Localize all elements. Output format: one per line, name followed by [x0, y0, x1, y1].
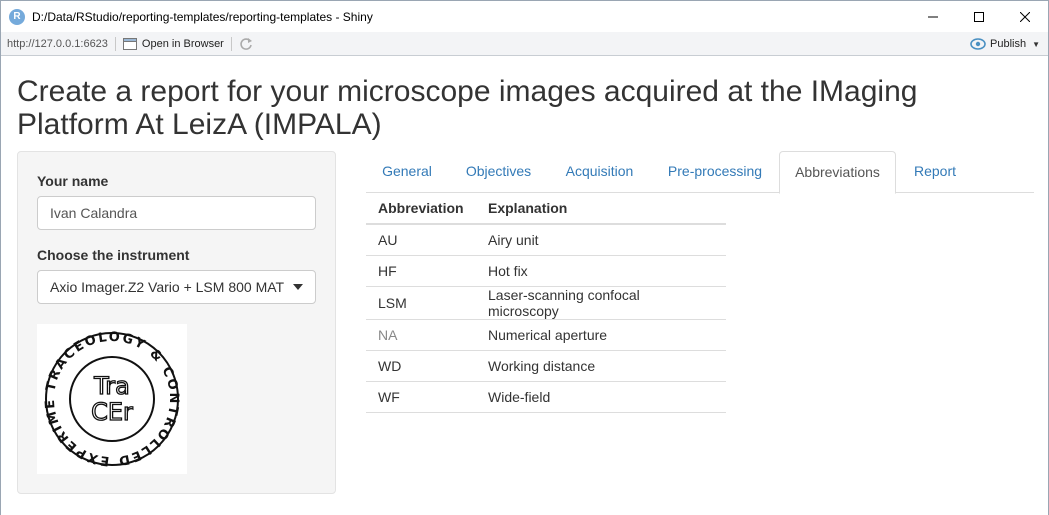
- tabset: General Objectives Acquisition Pre-proce…: [366, 151, 1034, 194]
- maximize-button[interactable]: [956, 1, 1002, 32]
- browser-window-icon: [122, 37, 137, 50]
- table-row: AU Airy unit: [366, 224, 726, 256]
- abbreviation-cell: AU: [366, 224, 476, 256]
- tab-report[interactable]: Report: [898, 151, 972, 193]
- app-window: R D:/Data/RStudio/reporting-templates/re…: [0, 0, 1049, 515]
- explanation-cell: Working distance: [476, 350, 726, 382]
- title-bar: R D:/Data/RStudio/reporting-templates/re…: [1, 1, 1048, 32]
- toolbar-separator: [230, 36, 232, 51]
- tab-pre-processing[interactable]: Pre-processing: [652, 151, 778, 193]
- table-row: NA Numerical aperture: [366, 319, 726, 351]
- publish-label: Publish: [990, 38, 1027, 50]
- table-row: WF Wide-field: [366, 381, 726, 413]
- table-header-row: Abbreviation Explanation: [366, 193, 726, 225]
- abbreviations-table: Abbreviation Explanation AU Airy unit HF…: [366, 193, 726, 413]
- tab-objectives[interactable]: Objectives: [450, 151, 547, 193]
- shiny-app-content: Create a report for your microscope imag…: [1, 57, 1048, 515]
- abbreviation-cell: WD: [366, 350, 476, 382]
- name-input[interactable]: Ivan Calandra: [37, 196, 316, 230]
- page-title: Create a report for your microscope imag…: [17, 75, 918, 141]
- abbreviation-cell: LSM: [366, 286, 476, 320]
- tracer-logo: TRACEOLOGY & CONTROLLED EXPERIMENTS Tra …: [31, 313, 187, 474]
- minimize-icon: [928, 16, 938, 17]
- abbreviation-cell: NA: [366, 319, 476, 351]
- sidebar-panel: Your name Ivan Calandra Choose the instr…: [17, 151, 336, 494]
- svg-text:CEr: CEr: [91, 398, 133, 426]
- name-label: Your name: [37, 173, 109, 189]
- column-header-explanation: Explanation: [476, 193, 726, 225]
- tab-acquisition[interactable]: Acquisition: [549, 151, 650, 193]
- explanation-cell: Laser-scanning confocal microscopy: [476, 286, 726, 320]
- tab-abbreviations[interactable]: Abbreviations: [779, 151, 896, 194]
- close-icon: [1020, 11, 1030, 22]
- abbreviation-cell: HF: [366, 255, 476, 287]
- refresh-button[interactable]: [239, 37, 253, 51]
- svg-text:Tra: Tra: [93, 372, 130, 400]
- table-row: LSM Laser-scanning confocal microscopy: [366, 286, 726, 320]
- refresh-icon: [240, 37, 252, 50]
- instrument-selected-value: Axio Imager.Z2 Vario + LSM 800 MAT: [50, 279, 285, 295]
- toolbar-separator: [114, 36, 116, 51]
- abbreviation-cell: WF: [366, 381, 476, 413]
- column-header-abbreviation: Abbreviation: [366, 193, 476, 225]
- tab-general[interactable]: General: [366, 151, 448, 193]
- explanation-cell: Airy unit: [476, 224, 726, 256]
- close-button[interactable]: [1002, 1, 1048, 32]
- open-in-browser-button[interactable]: Open in Browser: [122, 37, 224, 50]
- explanation-cell: Hot fix: [476, 255, 726, 287]
- explanation-cell: Wide-field: [476, 381, 726, 413]
- dropdown-caret-icon: [293, 284, 303, 290]
- instrument-label: Choose the instrument: [37, 247, 190, 263]
- open-in-browser-label: Open in Browser: [141, 37, 224, 50]
- url-text: http://127.0.0.1:6623: [7, 37, 108, 50]
- table-row: HF Hot fix: [366, 255, 726, 287]
- publish-button[interactable]: Publish ▼: [970, 32, 1040, 56]
- window-title: D:/Data/RStudio/reporting-templates/repo…: [32, 9, 373, 24]
- window-controls: [910, 1, 1048, 32]
- explanation-cell: Numerical aperture: [476, 319, 726, 351]
- tracer-logo-image: TRACEOLOGY & CONTROLLED EXPERIMENTS Tra …: [31, 313, 179, 468]
- viewer-toolbar: http://127.0.0.1:6623 Open in Browser Pu…: [1, 32, 1048, 56]
- publish-icon: [970, 38, 986, 50]
- minimize-button[interactable]: [910, 1, 956, 32]
- maximize-icon: [974, 11, 984, 22]
- table-row: WD Working distance: [366, 350, 726, 382]
- r-app-icon: R: [9, 8, 25, 25]
- chevron-down-icon: ▼: [1032, 39, 1040, 49]
- instrument-select[interactable]: Axio Imager.Z2 Vario + LSM 800 MAT: [37, 270, 316, 304]
